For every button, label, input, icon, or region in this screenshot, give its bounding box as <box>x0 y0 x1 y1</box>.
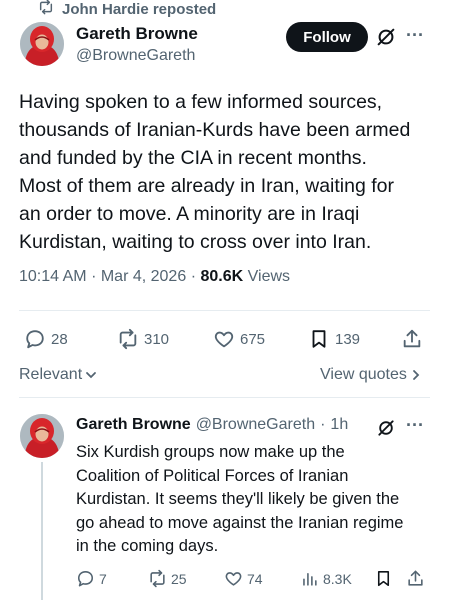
author-handle[interactable]: @BrowneGareth <box>76 47 195 65</box>
analytics-icon <box>303 572 317 586</box>
follow-button[interactable]: Follow <box>286 22 368 52</box>
reply-author-name[interactable]: Gareth Browne <box>76 416 191 434</box>
repost-count: 310 <box>144 330 170 348</box>
tweet-text-line: Having spoken to a few informed sources, <box>19 91 383 113</box>
reply-time[interactable]: 1h <box>330 416 348 434</box>
reply-bookmark-button[interactable] <box>374 569 393 588</box>
like-count: 675 <box>240 330 266 348</box>
avatar[interactable] <box>20 22 64 66</box>
share-button[interactable] <box>401 328 423 350</box>
tweet-text-line: an order to move. A minority are in Iraq… <box>19 203 360 225</box>
reply-icon <box>77 570 94 587</box>
tweet-time[interactable]: 10:14 AM <box>19 268 87 285</box>
reply-like-button[interactable]: 74 <box>224 569 263 588</box>
heart-icon <box>225 572 242 586</box>
grok-icon[interactable] <box>375 26 397 48</box>
tweet-text-line: Kurdistan, waiting to cross over into Ir… <box>19 231 372 253</box>
reply-reply-count: 7 <box>99 570 107 587</box>
reply-like-count: 74 <box>247 570 263 587</box>
reply-views-count: 8.3K <box>323 570 352 587</box>
share-icon <box>408 570 423 586</box>
sort-relevant-dropdown[interactable]: Relevant <box>19 366 97 384</box>
divider <box>19 310 430 311</box>
reply-text-line: Kurdistan. It seems they'll likely be gi… <box>76 490 400 508</box>
tweet-text-line: and funded by the CIA in recent months. <box>19 147 367 169</box>
reply-repost-button[interactable]: 25 <box>148 569 187 588</box>
repost-label: John Hardie reposted <box>62 0 217 18</box>
reply-button[interactable]: 28 <box>24 328 68 350</box>
reply-reply-button[interactable]: 7 <box>76 569 107 588</box>
tweet-text: Having spoken to a few informed sources,… <box>19 88 434 256</box>
repost-header[interactable]: John Hardie reposted <box>38 0 216 18</box>
reply-header: Gareth Browne @BrowneGareth · 1h <box>76 416 348 434</box>
reply-count: 28 <box>51 330 68 348</box>
tweet-meta: 10:14 AM · Mar 4, 2026 · 80.6K Views <box>19 268 291 285</box>
more-options-icon[interactable]: ··· <box>406 415 424 436</box>
reply-icon <box>26 330 44 349</box>
bookmark-icon <box>377 570 390 587</box>
tweet-text-line: thousands of Iranian-Kurds have been arm… <box>19 119 411 141</box>
repost-icon <box>119 328 137 350</box>
view-quotes-link[interactable]: View quotes <box>320 366 421 384</box>
reply-views-button[interactable]: 8.3K <box>300 569 352 588</box>
bookmark-icon <box>312 330 326 348</box>
grok-icon[interactable] <box>376 418 396 438</box>
reply-text-line: Six Kurdish groups now make up the <box>76 443 345 461</box>
reply-avatar[interactable] <box>20 414 64 458</box>
tweet-text-line: Most of them are already in Iran, waitin… <box>19 175 395 197</box>
repost-icon <box>150 569 165 588</box>
reply-share-button[interactable] <box>406 569 425 588</box>
repost-button[interactable]: 310 <box>117 328 169 350</box>
reply-text-line: Coalition of Political Forces of Iranian <box>76 466 349 485</box>
chevron-right-icon <box>412 370 420 380</box>
author-name[interactable]: Gareth Browne <box>76 24 198 44</box>
more-options-icon[interactable]: ··· <box>406 25 424 46</box>
like-button[interactable]: 675 <box>213 328 265 350</box>
reply-author-handle[interactable]: @BrowneGareth <box>196 416 315 434</box>
views-count: 80.6K <box>200 268 244 285</box>
chevron-down-icon <box>86 372 97 379</box>
divider <box>19 397 430 398</box>
share-icon <box>403 329 421 348</box>
reply-text: Six Kurdish groups now make up the Coali… <box>76 441 416 559</box>
heart-icon <box>214 331 234 348</box>
reply-text-line: in the coming days. <box>76 537 219 555</box>
views-label: Views <box>247 268 291 285</box>
reply-separator: · <box>320 416 326 433</box>
bookmark-count: 139 <box>335 330 361 348</box>
thread-line <box>41 462 43 600</box>
tweet-date[interactable]: Mar 4, 2026 <box>101 268 186 285</box>
repost-icon <box>38 0 54 19</box>
bookmark-button[interactable]: 139 <box>308 328 360 350</box>
relevant-label: Relevant <box>19 366 83 383</box>
reply-text-line: go ahead to move against the Iranian reg… <box>76 513 404 532</box>
reply-repost-count: 25 <box>171 570 187 587</box>
view-quotes-label: View quotes <box>320 366 407 383</box>
